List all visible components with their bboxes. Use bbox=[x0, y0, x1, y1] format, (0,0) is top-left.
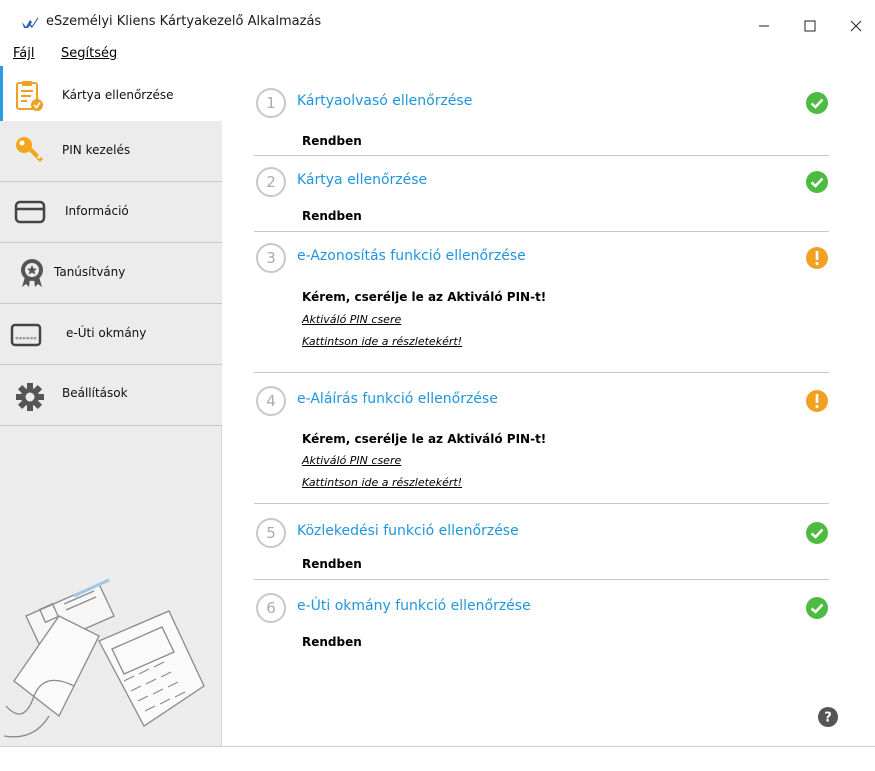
check-row: 5 Közlekedési funkció ellenőrzése Rendbe… bbox=[254, 518, 829, 580]
step-number: 2 bbox=[256, 167, 286, 197]
sidebar: Kártya ellenőrzése PIN kezelés Informáci… bbox=[0, 66, 222, 746]
svg-text:««««««: «««««« bbox=[15, 335, 37, 342]
menu-file[interactable]: Fájl bbox=[13, 46, 34, 61]
check-title: Kártyaolvasó ellenőrzése bbox=[297, 93, 473, 109]
passport-card-icon: «««««« bbox=[10, 323, 42, 347]
check-row: 6 e-Úti okmány funkció ellenőrzése Rendb… bbox=[254, 593, 829, 653]
sidebar-item-label: PIN kezelés bbox=[62, 143, 131, 157]
card-reader-illustration bbox=[4, 578, 205, 738]
main-content: 1 Kártyaolvasó ellenőrzése Rendben 2 Kár… bbox=[222, 66, 875, 746]
help-icon[interactable]: ? bbox=[817, 706, 839, 728]
gear-icon bbox=[16, 383, 44, 411]
window-title: eSzemélyi Kliens Kártyakezelő Alkalmazás bbox=[46, 14, 322, 29]
ok-check-icon bbox=[806, 171, 828, 193]
sidebar-item-settings[interactable]: Beállítások bbox=[0, 365, 222, 426]
check-status: Rendben bbox=[302, 557, 362, 571]
status-bar bbox=[0, 746, 875, 771]
sidebar-item-label: Tanúsítvány bbox=[54, 265, 126, 279]
step-number: 6 bbox=[256, 593, 286, 623]
check-title: e-Aláírás funkció ellenőrzése bbox=[297, 391, 498, 407]
check-title: Közlekedési funkció ellenőrzése bbox=[297, 523, 519, 539]
sidebar-item-label: e-Úti okmány bbox=[66, 326, 147, 340]
check-title: e-Úti okmány funkció ellenőrzése bbox=[297, 598, 531, 614]
check-row: 2 Kártya ellenőrzése Rendben bbox=[254, 167, 829, 232]
menu-help[interactable]: Segítség bbox=[61, 46, 117, 61]
card-check-icon bbox=[16, 81, 43, 111]
ok-check-icon bbox=[806, 522, 828, 544]
details-link[interactable]: Kattintson ide a részletekért! bbox=[302, 335, 462, 348]
check-row: 3 e-Azonosítás funkció ellenőrzése Kérem… bbox=[254, 243, 829, 373]
check-status: Rendben bbox=[302, 134, 362, 148]
activation-pin-change-link[interactable]: Aktiváló PIN csere bbox=[302, 313, 401, 326]
sidebar-item-label: Információ bbox=[65, 204, 129, 218]
close-icon bbox=[850, 20, 862, 32]
check-status: Rendben bbox=[302, 635, 362, 649]
close-button[interactable] bbox=[833, 8, 875, 44]
step-number: 5 bbox=[256, 518, 286, 548]
details-link[interactable]: Kattintson ide a részletekért! bbox=[302, 476, 462, 489]
sidebar-item-pin[interactable]: PIN kezelés bbox=[0, 121, 222, 182]
step-number: 4 bbox=[256, 386, 286, 416]
sidebar-item-label: Kártya ellenőrzése bbox=[62, 88, 174, 102]
certificate-icon bbox=[21, 259, 43, 287]
top-strip bbox=[0, 0, 875, 8]
check-status: Kérem, cserélje le az Aktiváló PIN-t! bbox=[302, 290, 547, 304]
app-logo-icon bbox=[22, 17, 38, 28]
check-title: Kártya ellenőrzése bbox=[297, 172, 428, 188]
check-row: 4 e-Aláírás funkció ellenőrzése Kérem, c… bbox=[254, 386, 829, 504]
sidebar-item-certificate[interactable]: Tanúsítvány bbox=[0, 243, 222, 304]
step-number: 1 bbox=[256, 88, 286, 118]
check-title: e-Azonosítás funkció ellenőrzése bbox=[297, 248, 526, 264]
activation-pin-change-link[interactable]: Aktiváló PIN csere bbox=[302, 454, 401, 467]
key-icon bbox=[16, 137, 43, 162]
minimize-icon bbox=[759, 25, 769, 27]
warning-icon bbox=[806, 247, 828, 269]
sidebar-item-label: Beállítások bbox=[62, 386, 128, 400]
warning-icon bbox=[806, 390, 828, 412]
sidebar-item-passport[interactable]: «««««« e-Úti okmány bbox=[0, 304, 222, 365]
svg-text:?: ? bbox=[824, 711, 832, 726]
sidebar-item-card-check[interactable]: Kártya ellenőrzése bbox=[0, 66, 222, 127]
ok-check-icon bbox=[806, 92, 828, 114]
check-row: 1 Kártyaolvasó ellenőrzése Rendben bbox=[254, 88, 829, 156]
step-number: 3 bbox=[256, 243, 286, 273]
check-status: Rendben bbox=[302, 209, 362, 223]
maximize-button[interactable] bbox=[787, 8, 833, 44]
ok-check-icon bbox=[806, 597, 828, 619]
check-status: Kérem, cserélje le az Aktiváló PIN-t! bbox=[302, 432, 547, 446]
minimize-button[interactable] bbox=[741, 8, 787, 44]
maximize-icon bbox=[804, 20, 816, 32]
sidebar-item-info[interactable]: Információ bbox=[0, 182, 222, 243]
menu-bar: Fájl Segítség bbox=[0, 44, 875, 66]
card-info-icon bbox=[14, 200, 46, 224]
